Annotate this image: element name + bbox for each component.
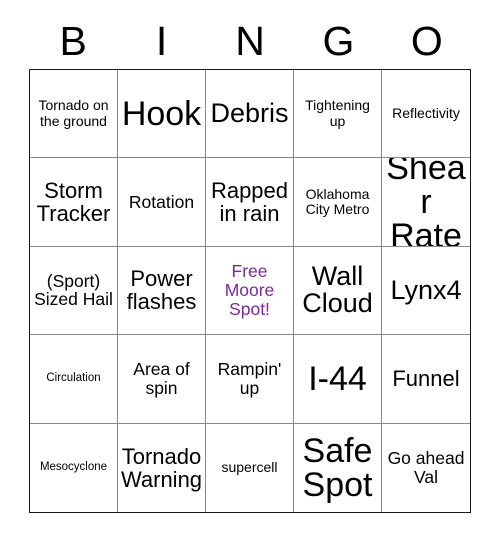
- bingo-cell-text: Safe Spot: [302, 431, 373, 504]
- bingo-cell[interactable]: Wall Cloud: [294, 246, 382, 336]
- bingo-header-letter-i: I: [117, 14, 205, 68]
- bingo-cell[interactable]: Go ahead Val: [382, 423, 470, 512]
- bingo-cell[interactable]: Lynx4: [382, 246, 470, 336]
- bingo-cell-text: Tornado on the ground: [38, 97, 109, 129]
- bingo-header-letter-o: O: [383, 14, 471, 68]
- bingo-cell[interactable]: Tightening up: [294, 70, 382, 159]
- bingo-cell[interactable]: Mesocyclone: [30, 423, 118, 512]
- bingo-cell[interactable]: Reflectivity: [382, 70, 470, 159]
- bingo-cell-text: Area of spin: [133, 359, 190, 398]
- bingo-cell-text: Shear Rate: [386, 158, 466, 247]
- bingo-cell-text: Rapped in rain: [210, 178, 289, 227]
- header-letter-text: O: [410, 17, 443, 64]
- bingo-cell-text: Rotation: [128, 191, 195, 212]
- bingo-cell-text: Debris: [210, 97, 289, 128]
- bingo-cell-text: Oklahoma City Metro: [305, 185, 370, 218]
- bingo-grid: Tornado on the ground Hook Debris Tightenin…: [29, 69, 471, 513]
- bingo-cell[interactable]: Shear Rate: [382, 158, 470, 247]
- bingo-cell[interactable]: Rampin' up: [206, 335, 294, 424]
- bingo-cell[interactable]: Debris: [206, 70, 294, 159]
- bingo-cell-text: Tornado Warning: [120, 443, 203, 492]
- bingo-cell-text: Free Moore Spot!: [224, 261, 275, 319]
- bingo-cell-text: Storm Tracker: [36, 178, 111, 227]
- bingo-cell-text: supercell: [221, 459, 278, 476]
- bingo-cell-text: Power flashes: [126, 266, 197, 315]
- bingo-cell[interactable]: Safe Spot: [294, 423, 382, 512]
- bingo-cell[interactable]: Power flashes: [118, 246, 206, 336]
- bingo-cell[interactable]: Tornado on the ground: [30, 70, 118, 159]
- bingo-cell[interactable]: Storm Tracker: [30, 158, 118, 247]
- bingo-header-letter-n: N: [206, 14, 294, 68]
- bingo-cell[interactable]: Oklahoma City Metro: [294, 158, 382, 247]
- bingo-cell-text: Funnel: [392, 366, 460, 392]
- header-letter-text: B: [59, 17, 87, 64]
- bingo-free-space-cell[interactable]: Free Moore Spot!: [206, 246, 294, 336]
- bingo-cell[interactable]: Rotation: [118, 158, 206, 247]
- bingo-cell-text: (Sport) Sized Hail: [34, 270, 113, 310]
- bingo-cell-text: Lynx4: [390, 274, 462, 305]
- bingo-header-letter-g: G: [294, 14, 382, 68]
- bingo-cell-text: Go ahead Val: [387, 447, 465, 487]
- bingo-cell-text: Rampin' up: [217, 359, 282, 398]
- bingo-cell-text: Hook: [121, 94, 202, 133]
- bingo-cell[interactable]: Circulation: [30, 335, 118, 424]
- bingo-card: B I N G O Tornado on the ground Hook Debri…: [0, 0, 500, 544]
- bingo-cell[interactable]: supercell: [206, 423, 294, 512]
- bingo-cell-text: Tightening up: [305, 97, 370, 129]
- bingo-cell[interactable]: (Sport) Sized Hail: [30, 246, 118, 336]
- bingo-cell[interactable]: Tornado Warning: [118, 423, 206, 512]
- bingo-cell-text: I-44: [308, 359, 367, 398]
- bingo-cell[interactable]: Rapped in rain: [206, 158, 294, 247]
- bingo-cell-text: Reflectivity: [392, 105, 460, 121]
- header-letter-text: I: [155, 17, 168, 64]
- bingo-header-letter-b: B: [29, 14, 117, 68]
- bingo-cell[interactable]: Hook: [118, 70, 206, 159]
- bingo-header: B I N G O: [29, 14, 471, 68]
- bingo-cell[interactable]: Funnel: [382, 335, 470, 424]
- header-letter-text: N: [235, 17, 265, 64]
- bingo-cell-text: Wall Cloud: [302, 260, 373, 319]
- header-letter-text: G: [322, 17, 355, 64]
- bingo-cell[interactable]: Area of spin: [118, 335, 206, 424]
- bingo-cell[interactable]: I-44: [294, 335, 382, 424]
- bingo-cell-text: Mesocyclone: [39, 461, 108, 474]
- bingo-cell-text: Circulation: [46, 372, 101, 385]
